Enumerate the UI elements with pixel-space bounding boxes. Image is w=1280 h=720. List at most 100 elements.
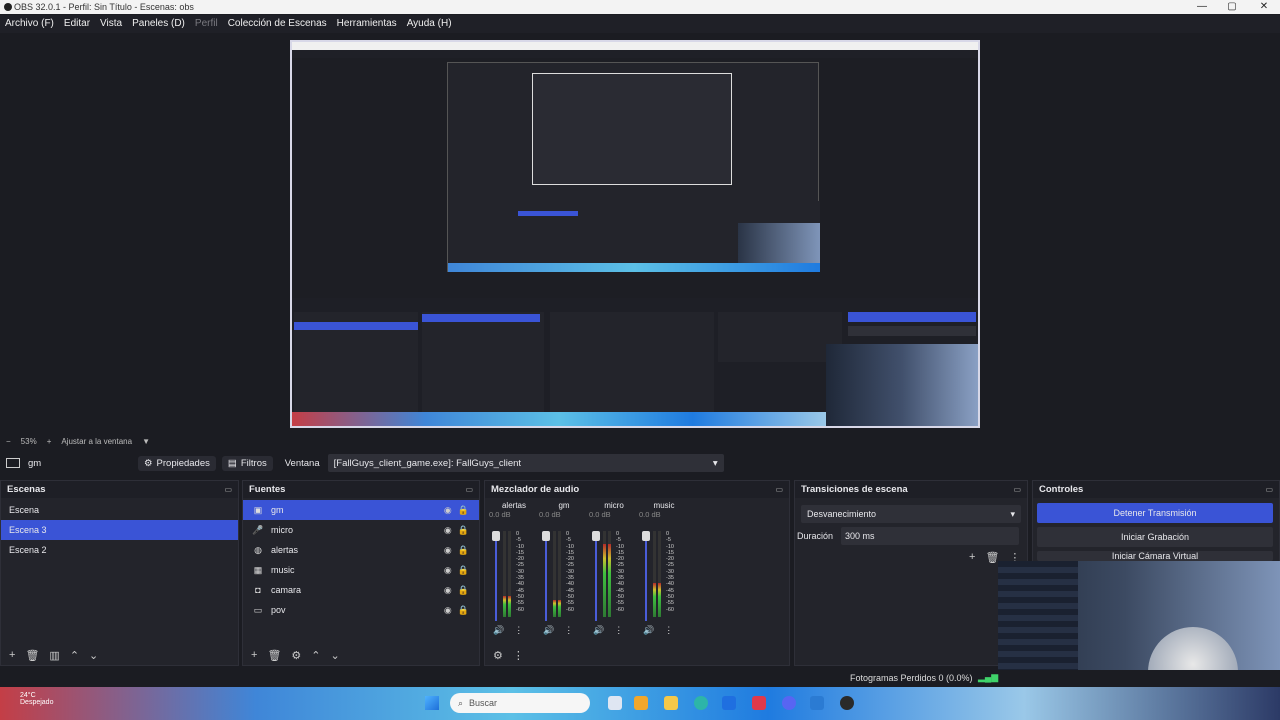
menu-coleccion-escenas[interactable]: Colección de Escenas	[223, 15, 332, 33]
volume-fader[interactable]	[492, 531, 500, 621]
speaker-icon[interactable]: 🔊	[593, 625, 604, 636]
lock-icon[interactable]: 🔒	[458, 585, 469, 596]
scene-item[interactable]: Escena 2	[1, 540, 238, 560]
zoom-in-button[interactable]: +	[47, 437, 52, 446]
eye-icon[interactable]: ◉	[444, 605, 452, 616]
stop-stream-button[interactable]: Detener Transmisión	[1037, 503, 1273, 523]
speaker-icon[interactable]: 🔊	[643, 625, 654, 636]
weather-widget[interactable]: 24°C Despejado	[20, 692, 80, 706]
speaker-icon[interactable]: 🔊	[493, 625, 504, 636]
edge-icon[interactable]	[694, 696, 708, 710]
nested-scene-selected	[294, 322, 418, 330]
eye-icon[interactable]: ◉	[444, 585, 452, 596]
arrow-up-icon[interactable]: ⌃	[70, 649, 79, 662]
add-icon[interactable]: +	[251, 649, 257, 661]
fader-knob[interactable]	[542, 531, 550, 541]
maximize-button[interactable]: ▢	[1216, 0, 1248, 14]
eye-icon[interactable]: ◉	[444, 525, 452, 536]
source-item-camara[interactable]: ◘ camara ◉ 🔒	[243, 580, 479, 600]
filter-icon[interactable]: ▥	[49, 649, 59, 662]
more-icon[interactable]: ⋮	[614, 625, 623, 636]
level-meter-right	[608, 531, 611, 617]
volume-fader[interactable]	[642, 531, 650, 621]
music-app-icon[interactable]	[752, 696, 766, 710]
fader-knob[interactable]	[642, 531, 650, 541]
taskbar-search[interactable]: ⌕ Buscar	[450, 693, 590, 713]
undock-icon[interactable]: ▭	[465, 485, 473, 494]
arrow-up-icon[interactable]: ⌃	[311, 649, 320, 662]
more-icon[interactable]: ⋮	[664, 625, 673, 636]
source-item-micro[interactable]: 🎤 micro ◉ 🔒	[243, 520, 479, 540]
meter-tick-label: -10	[566, 543, 574, 550]
more-icon[interactable]: ⋮	[514, 625, 523, 636]
lock-icon[interactable]: 🔒	[458, 565, 469, 576]
source-item-gm[interactable]: ▣ gm ◉ 🔒	[243, 500, 479, 520]
volume-fader[interactable]	[592, 531, 600, 621]
mixer-channel-micro: micro 0.0 dB 0 -5 -10 -15 -20 -25 -30 -35 -40 -45 -5…	[589, 501, 639, 651]
fader-knob[interactable]	[592, 531, 600, 541]
trash-icon[interactable]: 🗑	[25, 649, 39, 662]
chevron-down-icon[interactable]: ▼	[142, 437, 150, 446]
scenes-title: Escenas	[7, 484, 46, 495]
menu-perfil[interactable]: Perfil	[190, 15, 223, 33]
more-icon[interactable]: ⋮	[564, 625, 573, 636]
properties-button[interactable]: ⚙ Propiedades	[138, 455, 216, 471]
source-item-music[interactable]: ▦ music ◉ 🔒	[243, 560, 479, 580]
add-icon[interactable]: +	[969, 551, 975, 564]
undock-icon[interactable]: ▭	[775, 485, 783, 494]
speaker-icon[interactable]: 🔊	[543, 625, 554, 636]
scene-item-selected[interactable]: Escena 3	[1, 520, 238, 540]
eye-icon[interactable]: ◉	[444, 545, 452, 556]
arrow-down-icon[interactable]: ⌄	[89, 649, 98, 662]
folder-icon[interactable]	[664, 696, 678, 710]
menu-herramientas[interactable]: Herramientas	[332, 15, 402, 33]
obs-taskbar-icon[interactable]	[840, 696, 854, 710]
zoom-out-button[interactable]: −	[6, 437, 11, 446]
undock-icon[interactable]: ▭	[224, 485, 232, 494]
menu-vista[interactable]: Vista	[95, 15, 127, 33]
minimize-button[interactable]: —	[1186, 0, 1218, 14]
undock-icon[interactable]: ▭	[1013, 485, 1021, 494]
source-item-alertas[interactable]: ◍ alertas ◉ 🔒	[243, 540, 479, 560]
menu-ayuda[interactable]: Ayuda (H)	[402, 15, 457, 33]
preview-canvas[interactable]	[290, 40, 980, 428]
menu-archivo[interactable]: Archivo (F)	[0, 15, 59, 33]
nested-taskbar	[448, 263, 820, 272]
volume-fader[interactable]	[542, 531, 550, 621]
eye-icon[interactable]: ◉	[444, 505, 452, 516]
start-recording-button[interactable]: Iniciar Grabación	[1037, 527, 1273, 547]
menu-editar[interactable]: Editar	[59, 15, 95, 33]
add-icon[interactable]: +	[9, 649, 15, 661]
app-icon[interactable]	[634, 696, 648, 710]
app-icon-2[interactable]	[810, 696, 824, 710]
filters-button[interactable]: ▤ Filtros	[221, 455, 273, 471]
more-icon[interactable]: ⋮	[513, 649, 524, 662]
task-view-icon[interactable]	[608, 696, 622, 710]
mixer-settings-icon[interactable]: ⚙	[493, 649, 503, 662]
source-item-pov[interactable]: ▭ pov ◉ 🔒	[243, 600, 479, 620]
duration-input[interactable]: 300 ms	[841, 527, 1019, 545]
close-button[interactable]: ✕	[1248, 0, 1280, 14]
transition-select[interactable]: Desvanecimiento ▾	[801, 505, 1021, 523]
window-select[interactable]: [FallGuys_client_game.exe]: FallGuys_cli…	[327, 454, 724, 472]
gear-icon[interactable]: ⚙	[291, 649, 301, 662]
trash-icon[interactable]: 🗑	[267, 649, 281, 662]
undock-icon[interactable]: ▭	[1265, 485, 1273, 494]
menu-paneles[interactable]: Paneles (D)	[127, 15, 190, 33]
nested-source-selected	[422, 314, 540, 322]
lock-icon[interactable]: 🔒	[458, 505, 469, 516]
lock-icon[interactable]: 🔒	[458, 605, 469, 616]
lock-icon[interactable]: 🔒	[458, 525, 469, 536]
windows-start-icon[interactable]	[425, 696, 439, 710]
meter-tick-label: -55	[516, 600, 524, 607]
source-label: camara	[271, 585, 302, 595]
lock-icon[interactable]: 🔒	[458, 545, 469, 556]
fader-knob[interactable]	[492, 531, 500, 541]
scene-item[interactable]: Escena	[1, 500, 238, 520]
eye-icon[interactable]: ◉	[444, 565, 452, 576]
gear-icon: ⚙	[144, 457, 153, 469]
store-icon[interactable]	[722, 696, 736, 710]
virtual-camera-button[interactable]: Iniciar Cámara Virtual	[1037, 551, 1273, 561]
arrow-down-icon[interactable]: ⌄	[331, 649, 340, 662]
discord-icon[interactable]	[782, 696, 796, 710]
